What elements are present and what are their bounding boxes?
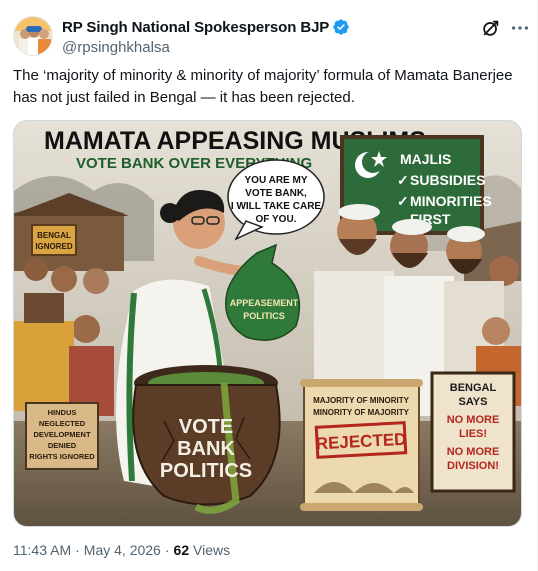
svg-text:IGNORED: IGNORED (35, 242, 73, 251)
board-item: MAJLIS (400, 151, 451, 167)
svg-text:DENIED: DENIED (48, 441, 77, 450)
svg-text:POLITICS: POLITICS (243, 311, 285, 321)
post-header: RP Singh National Spokesperson BJP @rpsi… (13, 13, 529, 57)
vote-bank-pot: VOTE BANK POLITICS (132, 365, 281, 514)
more-horizontal-icon[interactable] (509, 17, 531, 39)
svg-text:SAYS: SAYS (459, 396, 488, 408)
svg-text:YOU ARE MY: YOU ARE MY (245, 175, 308, 186)
svg-text:VOTE: VOTE (179, 416, 233, 438)
name-row: RP Singh National Spokesperson BJP (62, 17, 350, 37)
grok-icon[interactable] (480, 17, 502, 39)
svg-text:MINORITY OF MAJORITY: MINORITY OF MAJORITY (313, 408, 410, 417)
post-time[interactable]: 11:43 AM (13, 542, 71, 558)
bengal-says-sign: BENGAL SAYS NO MORE LIES! NO MORE DIVISI… (430, 371, 516, 493)
svg-text:BENGAL: BENGAL (37, 231, 71, 240)
post-meta: 11:43 AM · May 4, 2026 · 62 Views (13, 542, 231, 558)
svg-text:NEGLECTED: NEGLECTED (39, 419, 86, 428)
board-item: SUBSIDIES (410, 172, 485, 188)
author-handle[interactable]: @rpsinghkhalsa (62, 39, 350, 57)
author-names: RP Singh National Spokesperson BJP @rpsi… (62, 17, 350, 57)
tweet-text: The ‘majority of minority & minority of … (13, 67, 513, 106)
author-display-name[interactable]: RP Singh National Spokesperson BJP (62, 19, 329, 36)
svg-text:VOTE BANK,: VOTE BANK, (245, 188, 307, 199)
post-image[interactable]: MAMATA APPEASING MUSLIMS VOTE BANK OVER … (13, 120, 522, 527)
rejected-scroll: MAJORITY OF MINORITY MINORITY OF MAJORIT… (300, 379, 423, 511)
svg-text:✓: ✓ (397, 172, 409, 188)
svg-text:I WILL TAKE CARE: I WILL TAKE CARE (231, 201, 322, 212)
svg-text:BENGAL: BENGAL (450, 382, 497, 394)
svg-text:OF YOU.: OF YOU. (256, 214, 297, 225)
hindus-sign: HINDUS NEGLECTED DEVELOPMENT DENIED RIGH… (25, 402, 99, 470)
board-item: MINORITIES (410, 193, 492, 209)
post-date[interactable]: May 4, 2026 (84, 542, 161, 558)
svg-text:BANK: BANK (177, 438, 235, 460)
verified-badge-icon[interactable] (332, 18, 350, 36)
bengal-ignored-sign: BENGAL IGNORED (31, 224, 77, 256)
svg-text:RIGHTS IGNORED: RIGHTS IGNORED (29, 452, 95, 461)
views-label: Views (193, 542, 231, 558)
svg-text:✓: ✓ (397, 193, 409, 209)
tweet-post: RP Singh National Spokesperson BJP @rpsi… (0, 0, 538, 571)
svg-text:MAJORITY OF MINORITY: MAJORITY OF MINORITY (313, 396, 410, 405)
svg-text:POLITICS: POLITICS (160, 460, 252, 482)
author-avatar[interactable] (13, 16, 53, 56)
svg-text:LIES!: LIES! (459, 428, 487, 440)
svg-text:APPEASEMENT: APPEASEMENT (230, 298, 299, 308)
svg-text:DIVISION!: DIVISION! (447, 460, 499, 472)
svg-text:DEVELOPMENT: DEVELOPMENT (33, 430, 91, 439)
svg-text:HINDUS: HINDUS (48, 408, 77, 417)
svg-text:NO MORE: NO MORE (447, 446, 500, 458)
svg-text:NO MORE: NO MORE (447, 414, 500, 426)
views-count: 62 (173, 542, 190, 558)
